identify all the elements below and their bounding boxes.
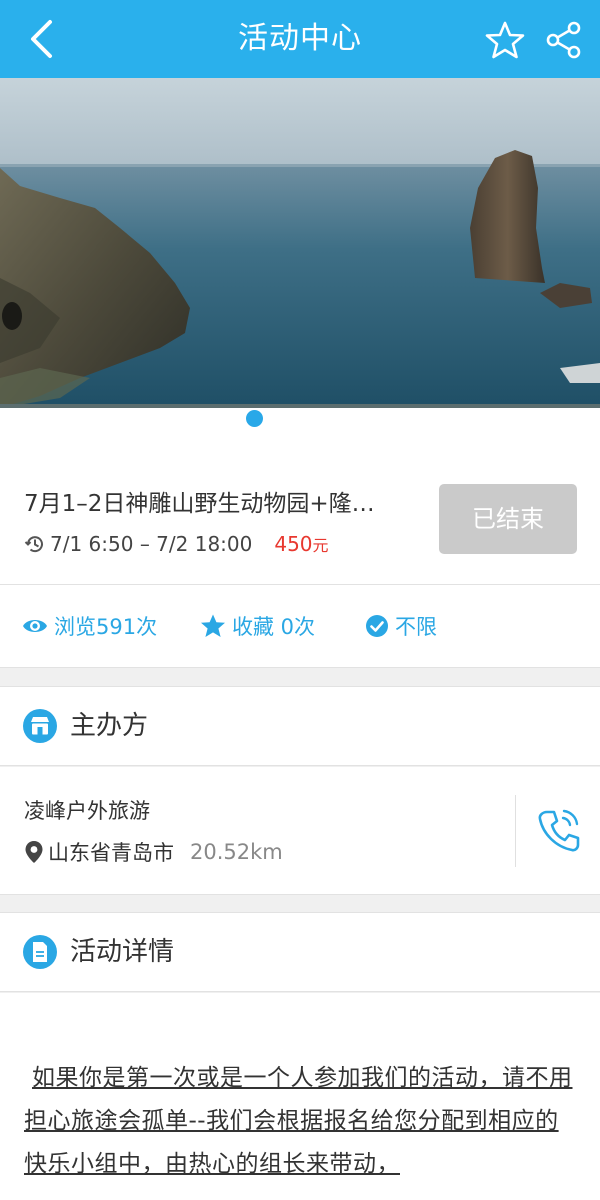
- event-description: 如果你是第一次或是一个人参加我们的活动，请不用担心旅途会孤单--我们会根据报名给…: [0, 993, 600, 1200]
- store-icon: [23, 709, 57, 743]
- organizer-card[interactable]: 凌峰户外旅游 山东省青岛市 20.52km: [0, 767, 600, 895]
- views-count: 浏览591次: [54, 615, 158, 639]
- views-stat: 浏览591次: [22, 585, 157, 667]
- event-time: 7/1 6:50 – 7/2 18:00: [50, 532, 253, 556]
- limit-stat: 不限: [365, 585, 437, 667]
- organizer-name: 凌峰户外旅游: [24, 799, 150, 823]
- banner-image[interactable]: [0, 78, 600, 408]
- phone-icon: [538, 809, 580, 852]
- price-unit: 元: [312, 536, 329, 555]
- clock-history-icon: [24, 533, 46, 555]
- favorites-count: 收藏 0次: [232, 615, 316, 639]
- event-info-card: 7月1–2日神雕山野生动物园+隆… 7/1 6:50 – 7/2 18:00 4…: [0, 448, 600, 585]
- share-button[interactable]: [542, 18, 586, 62]
- event-status-button[interactable]: 已结束: [439, 484, 577, 554]
- participant-limit: 不限: [395, 615, 437, 639]
- star-filled-icon: [200, 613, 226, 639]
- favorite-button[interactable]: [483, 18, 527, 62]
- call-button[interactable]: [536, 807, 582, 855]
- document-icon: [23, 935, 57, 969]
- carousel-dot-active[interactable]: [246, 410, 263, 427]
- stats-row: 浏览591次 收藏 0次 不限: [0, 585, 600, 668]
- carousel-indicator: [0, 408, 600, 448]
- organizer-city: 山东省青岛市: [48, 841, 174, 865]
- event-time-row: 7/1 6:50 – 7/2 18:00 450元: [24, 530, 329, 558]
- organizer-section-title: 主办方: [70, 711, 149, 741]
- favorites-stat[interactable]: 收藏 0次: [200, 585, 315, 667]
- organizer-section-header: 主办方: [0, 686, 600, 766]
- event-title: 7月1–2日神雕山野生动物园+隆…: [24, 491, 375, 517]
- location-pin-icon: [24, 840, 44, 864]
- star-icon: [485, 21, 525, 59]
- organizer-distance: 20.52km: [190, 840, 283, 864]
- organizer-location-row: 山东省青岛市 20.52km: [24, 837, 283, 867]
- event-price: 450元: [274, 532, 329, 556]
- sea-rock-photo: [0, 78, 600, 408]
- eye-icon: [22, 616, 48, 636]
- details-section-header: 活动详情: [0, 912, 600, 992]
- app-header: 活动中心: [0, 0, 600, 78]
- share-icon: [546, 21, 581, 59]
- check-circle-icon: [365, 614, 389, 638]
- details-section-title: 活动详情: [70, 937, 175, 967]
- vertical-divider: [515, 795, 516, 867]
- description-text: 如果你是第一次或是一个人参加我们的活动，请不用担心旅途会孤单--我们会根据报名给…: [24, 1065, 573, 1177]
